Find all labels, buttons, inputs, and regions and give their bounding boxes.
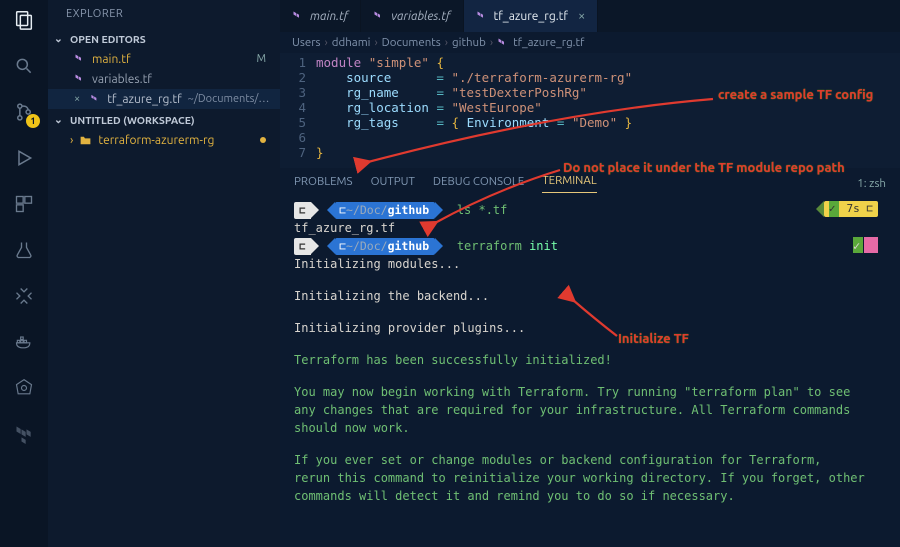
editor-tabs: main.tf variables.tf tf_azure_rg.tf × [280, 0, 900, 32]
debug-icon[interactable] [12, 146, 36, 170]
time-badge: ✓ 7s ⊏ [824, 201, 878, 217]
tab-main-tf[interactable]: main.tf [280, 0, 361, 32]
terminal-line: Initializing provider plugins... [294, 319, 886, 337]
prompt-path: ⊏ ~/Doc/github [335, 238, 435, 255]
chevron-down-icon: ⌄ [54, 32, 66, 45]
source-control-icon[interactable]: 1 [12, 100, 36, 124]
kubernetes-icon[interactable] [12, 376, 36, 400]
terminal-line: should now work. [294, 419, 886, 437]
terminal-line: If you ever set or change modules or bac… [294, 451, 886, 469]
panel-tab-output[interactable]: OUTPUT [371, 175, 415, 193]
modified-dot-icon [260, 137, 266, 143]
activity-bar: 1 [0, 0, 48, 547]
status-badge: ✓ [853, 237, 878, 253]
marketplace-icon[interactable] [12, 284, 36, 308]
open-editor-main-tf[interactable]: main.tf M [48, 49, 280, 69]
prompt-lead-icon: ⊏ [294, 202, 311, 219]
code-editor[interactable]: 1module "simple" { 2 source = "./terrafo… [280, 53, 900, 168]
panel-tab-debug[interactable]: DEBUG CONSOLE [433, 175, 524, 193]
source-control-badge: 1 [26, 114, 40, 128]
terminal-line: Terraform has been successfully initiali… [294, 351, 886, 369]
panel-tabs: PROBLEMS OUTPUT DEBUG CONSOLE TERMINAL 1… [280, 168, 900, 193]
extensions-icon[interactable] [12, 192, 36, 216]
folder-terraform-azurerm-rg[interactable]: › terraform-azurerm-rg [48, 130, 280, 150]
explorer-icon[interactable] [12, 8, 36, 32]
terminal-line: You may now begin working with Terraform… [294, 383, 886, 401]
terminal-line: rerun this command to reinitialize your … [294, 469, 886, 487]
breadcrumb[interactable]: Users› ddhami› Documents› github› tf_azu… [280, 32, 900, 53]
close-icon[interactable]: × [74, 93, 80, 105]
terminal-line: Initializing the backend... [294, 287, 886, 305]
test-icon[interactable] [12, 238, 36, 262]
tab-tf-azure-rg[interactable]: tf_azure_rg.tf × [464, 0, 599, 32]
prompt-lead-icon: ⊏ [294, 238, 311, 255]
docker-icon[interactable] [12, 330, 36, 354]
terminal-selector[interactable]: 1: zsh [857, 177, 886, 190]
sidebar-title: EXPLORER [48, 0, 280, 28]
open-editors-header[interactable]: ⌄ OPEN EDITORS [48, 28, 280, 49]
file-icon [497, 37, 509, 49]
workspace-header[interactable]: ⌄ UNTITLED (WORKSPACE) [48, 109, 280, 130]
terminal-line: Initializing modules... [294, 255, 886, 273]
prompt-path: ⊏ ~/Doc/github [335, 202, 435, 219]
editor-group: main.tf variables.tf tf_azure_rg.tf × Us… [280, 0, 900, 547]
panel-tab-terminal[interactable]: TERMINAL [542, 174, 597, 193]
tab-variables-tf[interactable]: variables.tf [361, 0, 463, 32]
open-editor-variables-tf[interactable]: variables.tf [48, 69, 280, 89]
chevron-down-icon: ⌄ [54, 113, 66, 126]
close-icon[interactable]: × [578, 9, 585, 23]
search-icon[interactable] [12, 54, 36, 78]
terraform-icon[interactable] [12, 422, 36, 446]
terminal-line: commands will detect it and remind you t… [294, 487, 886, 505]
explorer-sidebar: EXPLORER ⌄ OPEN EDITORS main.tf M variab… [48, 0, 280, 547]
terminal-line: tf_azure_rg.tf [294, 219, 886, 237]
folder-icon [79, 134, 92, 147]
chevron-right-icon: › [70, 134, 73, 147]
terminal[interactable]: ⊏ ⊏ ~/Doc/github ls *.tf ✓ 7s ⊏ tf_azure… [280, 193, 900, 547]
terminal-line: any changes that are required for your i… [294, 401, 886, 419]
panel-tab-problems[interactable]: PROBLEMS [294, 175, 353, 193]
open-editor-tf-azure-rg[interactable]: × tf_azure_rg.tf ~/Documents/git... [48, 89, 280, 109]
